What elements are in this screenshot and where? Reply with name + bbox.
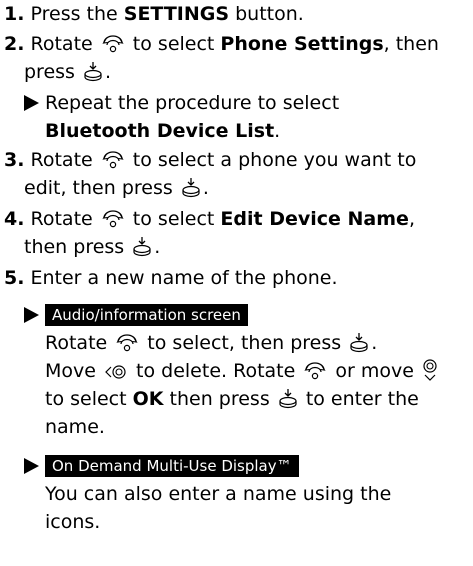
- sub-text: .: [274, 120, 281, 142]
- step-text: to select: [126, 208, 221, 230]
- audio-text: to enter the: [299, 388, 419, 410]
- ondemand-banner: On Demand Multi-Use Display™: [45, 455, 299, 477]
- edit-device-name-term: Edit Device Name: [220, 208, 409, 230]
- step-number: 4.: [4, 208, 25, 230]
- audio-screen-banner: Audio/information screen: [45, 304, 248, 326]
- step-3-line-2: edit, then press .: [24, 177, 209, 199]
- audio-line-2: Move to delete. Rotate or move: [45, 357, 440, 385]
- step-text: Rotate: [30, 208, 93, 230]
- rotate-knob-icon: [102, 151, 124, 169]
- rotate-knob-icon: [304, 362, 326, 380]
- sub-instruction: Repeat the procedure to select: [24, 89, 339, 117]
- bullet-triangle-icon: [24, 458, 39, 474]
- settings-term: SETTINGS: [123, 3, 230, 25]
- step-5: 5. Enter a new name of the phone.: [4, 264, 338, 292]
- bullet-triangle-icon: [24, 95, 39, 111]
- press-knob-icon: [182, 178, 200, 198]
- step-text: to select a phone you want to: [126, 149, 417, 171]
- audio-text: Move: [45, 360, 96, 382]
- step-text: then press: [24, 236, 125, 258]
- audio-text: name.: [45, 416, 105, 438]
- step-text: Press the: [30, 3, 124, 25]
- step-4-line-2: then press .: [24, 236, 161, 258]
- press-knob-icon: [350, 333, 368, 353]
- ondemand-line-1: You can also enter a name using the: [45, 480, 391, 508]
- sub-instruction-line-2: Bluetooth Device List.: [45, 117, 280, 145]
- step-text: ,: [408, 208, 415, 230]
- step-number: 1.: [4, 3, 25, 25]
- ondemand-banner-row: On Demand Multi-Use Display™: [24, 452, 299, 480]
- sub-text: Repeat the procedure to select: [45, 92, 340, 114]
- rotate-knob-icon: [102, 210, 124, 228]
- audio-line-3: to select OK then press to enter the: [45, 385, 419, 413]
- step-number: 5.: [4, 267, 25, 289]
- audio-text: Rotate: [45, 332, 108, 354]
- step-text: to select: [126, 33, 221, 55]
- step-text: Rotate: [30, 149, 93, 171]
- rotate-knob-icon: [102, 35, 124, 53]
- press-knob-icon: [279, 389, 297, 409]
- step-text: Rotate: [30, 33, 93, 55]
- bluetooth-device-list-term: Bluetooth Device List: [45, 120, 275, 142]
- step-1: 1. Press the SETTINGS button.: [4, 0, 304, 28]
- step-number: 2.: [4, 33, 25, 55]
- bullet-triangle-icon: [24, 307, 39, 323]
- ok-term: OK: [132, 388, 164, 410]
- move-left-icon: [105, 365, 126, 379]
- rotate-knob-icon: [116, 334, 138, 352]
- audio-text: to select, then press: [141, 332, 342, 354]
- step-2-line-2: press .: [24, 61, 112, 83]
- audio-line-1: Rotate to select, then press .: [45, 329, 377, 357]
- move-up-down-icon: [423, 359, 437, 381]
- step-text: , then: [383, 33, 439, 55]
- step-text: button.: [229, 3, 304, 25]
- press-knob-icon: [133, 237, 151, 257]
- ondemand-text: You can also enter a name using the: [45, 483, 392, 505]
- step-4: 4. Rotate to select Edit Device Name,: [4, 205, 415, 233]
- step-text: press: [24, 61, 75, 83]
- step-number: 3.: [4, 149, 25, 171]
- audio-text: to delete. Rotate: [130, 360, 296, 382]
- audio-text: .: [371, 332, 378, 354]
- ondemand-text: icons.: [45, 511, 101, 533]
- step-text: Enter a new name of the phone.: [30, 267, 338, 289]
- ondemand-line-2: icons.: [45, 508, 100, 536]
- audio-line-4: name.: [45, 413, 105, 441]
- audio-text: or move: [329, 360, 414, 382]
- audio-text: then press: [163, 388, 270, 410]
- phone-settings-term: Phone Settings: [220, 33, 384, 55]
- audio-screen-banner-row: Audio/information screen: [24, 301, 248, 329]
- step-text: edit, then press: [24, 177, 173, 199]
- press-knob-icon: [84, 62, 102, 82]
- step-2: 2. Rotate to select Phone Settings, then: [4, 30, 439, 58]
- step-3: 3. Rotate to select a phone you want to: [4, 146, 416, 174]
- audio-text: to select: [45, 388, 133, 410]
